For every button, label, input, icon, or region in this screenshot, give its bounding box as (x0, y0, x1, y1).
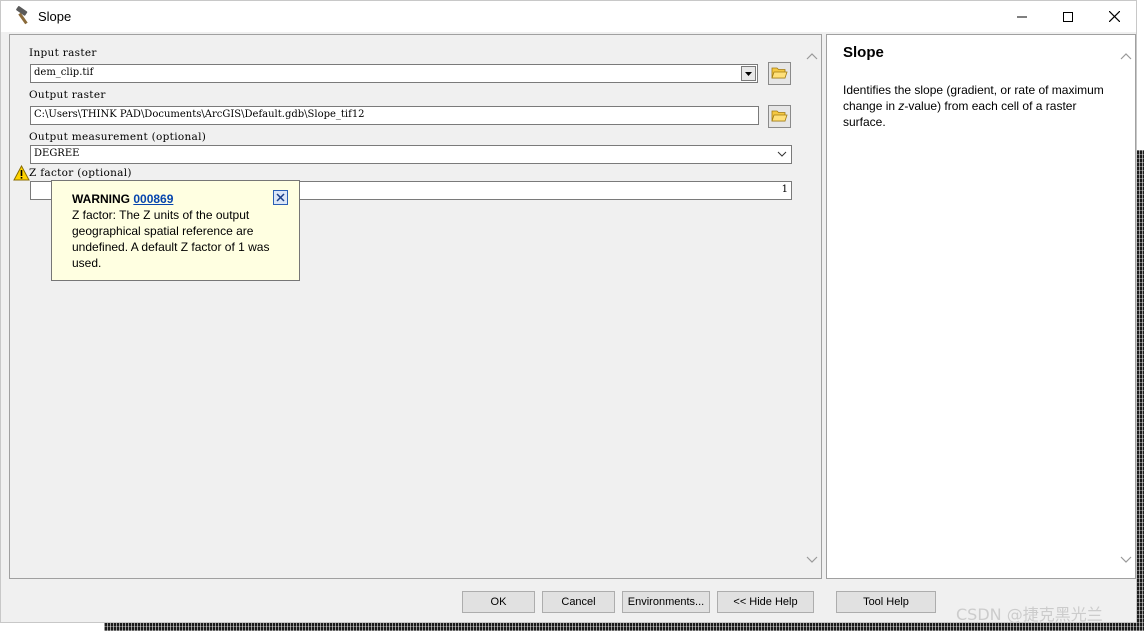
help-description: Identifies the slope (gradient, or rate … (843, 83, 1104, 129)
output-measurement-label: Output measurement (optional) (29, 131, 207, 143)
help-scroll-up-icon[interactable] (1119, 50, 1133, 60)
watermark: CSDN @捷克黑光兰 (956, 605, 1103, 624)
cancel-button[interactable]: Cancel (542, 591, 615, 613)
output-raster-value: C:\Users\THINK PAD\Documents\ArcGIS\Defa… (34, 109, 365, 120)
warning-code-link[interactable]: 000869 (133, 192, 173, 206)
open-folder-icon (771, 65, 788, 83)
output-raster-input[interactable]: C:\Users\THINK PAD\Documents\ArcGIS\Defa… (30, 106, 759, 125)
tool-help-button[interactable]: Tool Help (836, 591, 936, 613)
slope-dialog: Slope Input raster dem_clip.tif Output r… (0, 0, 1137, 623)
browse-input-button[interactable] (768, 62, 791, 85)
parameters-panel: Input raster dem_clip.tif Output raster … (9, 34, 822, 579)
help-title: Slope (843, 44, 884, 61)
warning-message: Z factor: The Z units of the output geog… (72, 208, 270, 270)
hide-help-button[interactable]: << Hide Help (717, 591, 814, 613)
dropdown-arrow-icon[interactable] (741, 66, 756, 81)
close-icon (276, 190, 285, 206)
title-bar: Slope (1, 1, 1136, 32)
input-raster-label: Input raster (29, 47, 97, 59)
help-panel: Slope Identifies the slope (gradient, or… (826, 34, 1136, 579)
hammer-icon (13, 6, 33, 26)
window-title: Slope (38, 9, 72, 24)
scroll-up-icon[interactable] (805, 50, 819, 60)
input-raster-value: dem_clip.tif (34, 67, 94, 78)
help-scroll-down-icon[interactable] (1119, 554, 1133, 564)
browse-output-button[interactable] (768, 105, 791, 128)
background-noise (1136, 150, 1144, 631)
warning-icon[interactable] (13, 164, 30, 181)
tooltip-close-button[interactable] (273, 190, 288, 205)
minimize-button[interactable] (999, 1, 1045, 32)
scroll-down-icon[interactable] (805, 554, 819, 564)
output-raster-label: Output raster (29, 89, 106, 101)
environments-button[interactable]: Environments... (622, 591, 710, 613)
chevron-down-icon (777, 149, 787, 159)
input-raster-combo[interactable]: dem_clip.tif (30, 64, 758, 83)
output-measurement-select[interactable]: DEGREE (30, 145, 792, 164)
maximize-button[interactable] (1045, 1, 1091, 32)
close-button[interactable] (1091, 1, 1137, 32)
open-folder-icon (771, 108, 788, 126)
warning-title: WARNING (72, 192, 130, 206)
z-factor-value: 1 (781, 184, 788, 195)
warning-tooltip: WARNING 000869 Z factor: The Z units of … (51, 180, 300, 281)
z-factor-label: Z factor (optional) (29, 167, 132, 179)
output-measurement-value: DEGREE (34, 148, 80, 159)
ok-button[interactable]: OK (462, 591, 535, 613)
